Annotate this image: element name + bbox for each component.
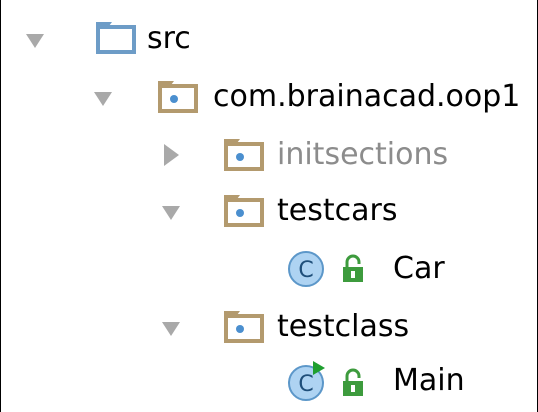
source-root-folder-icon [95,21,137,59]
public-access-lock-icon [341,254,367,288]
tree-node-label: Main [393,363,465,398]
expand-arrow-down-icon[interactable] [159,298,183,356]
package-folder-icon [223,194,265,232]
expand-arrow-down-icon[interactable] [159,182,183,240]
project-tree-panel: src com.brainacad.oop1 initsections test… [0,0,538,412]
class-glyph: C [298,372,313,397]
tree-node-label: testclass [277,309,410,344]
tree-node-testclass[interactable]: testclass [1,298,538,356]
tree-node-src[interactable]: src [1,10,538,68]
package-folder-icon [223,310,265,348]
runnable-class-icon: C [287,360,327,406]
tree-node-initsections[interactable]: initsections [1,126,538,184]
tree-node-label: testcars [277,193,398,228]
class-icon: C [287,250,325,292]
tree-node-class-car[interactable]: C Car [1,240,538,298]
tree-node-testcars[interactable]: testcars [1,182,538,240]
tree-node-package-root[interactable]: com.brainacad.oop1 [1,68,538,126]
expand-arrow-down-icon[interactable] [23,10,47,68]
tree-node-label: Car [393,251,445,286]
package-folder-icon [157,80,199,118]
expand-arrow-down-icon[interactable] [91,68,115,126]
package-folder-icon [223,138,265,176]
tree-node-class-main[interactable]: C Main [1,352,538,410]
class-glyph: C [298,258,313,283]
public-access-lock-icon [341,368,367,402]
tree-node-label: com.brainacad.oop1 [213,79,521,114]
expand-arrow-right-icon[interactable] [159,126,183,184]
tree-node-label: initsections [277,137,449,172]
tree-node-label: src [147,21,191,56]
